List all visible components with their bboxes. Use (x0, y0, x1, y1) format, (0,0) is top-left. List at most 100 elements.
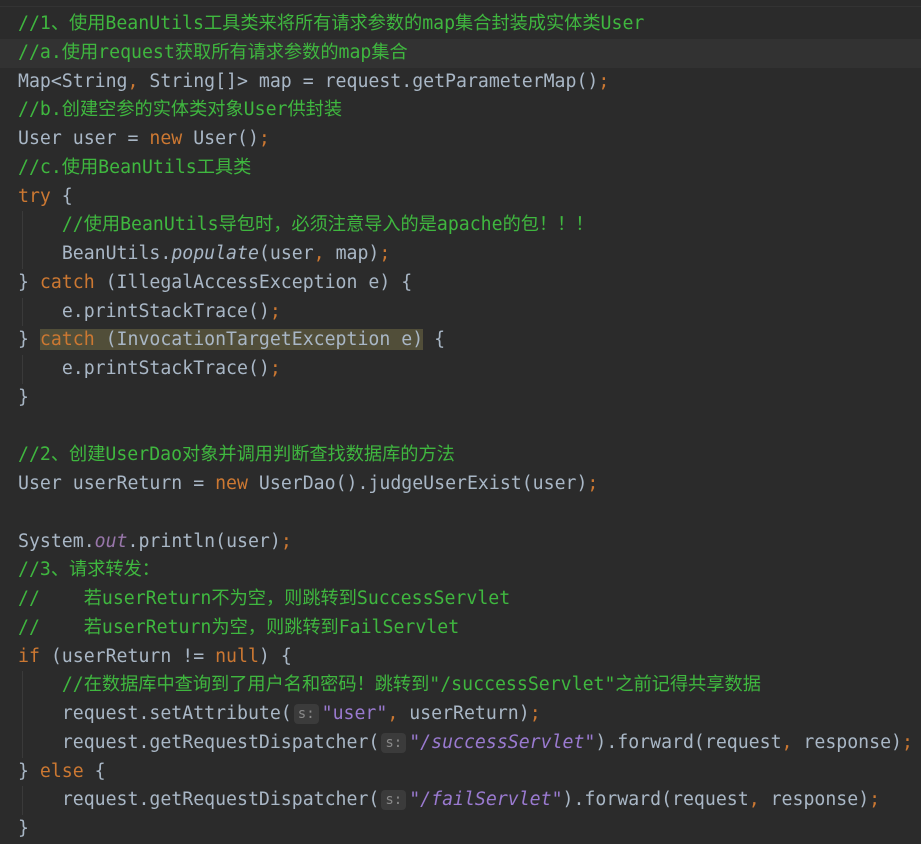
code-line[interactable]: //a.使用request获取所有请求参数的map集合 (0, 38, 921, 68)
code-token: String[]> map = request.getParameterMap(… (138, 70, 599, 92)
code-token: request.setAttribute( (61, 703, 292, 724)
code-line[interactable]: BeanUtils.populate(user, map); (0, 240, 921, 269)
code-token: "user" (321, 703, 388, 724)
code-line[interactable]: System.out.println(user); (0, 528, 921, 557)
code-token: map) (324, 243, 380, 264)
code-token: } (18, 386, 29, 408)
code-token: ; (269, 300, 281, 322)
code-line[interactable]: request.getRequestDispatcher(s: "/failSer… (0, 786, 921, 815)
code-token: { (423, 329, 446, 351)
indent-guide (22, 240, 23, 269)
code-line[interactable] (0, 413, 921, 442)
parameter-hint: s: (381, 732, 407, 753)
code-line[interactable] (0, 499, 921, 528)
code-line[interactable]: e.printStackTrace(); (0, 355, 921, 384)
code-token: ; (258, 128, 270, 149)
code-token: { (50, 185, 73, 207)
code-token: (IllegalAccessException e) { (94, 271, 413, 293)
code-line[interactable]: Map<String, String[]> map = request.getP… (0, 68, 921, 97)
code-token: ; (901, 731, 913, 753)
code-token: ; (869, 789, 881, 811)
code-token: { (83, 760, 106, 782)
code-token: " (551, 789, 563, 811)
code-comment: // 若userReturn为空，则跳转到FailServlet (18, 616, 460, 638)
code-token: else (39, 760, 84, 782)
code-line[interactable]: //c.使用BeanUtils工具类 (0, 154, 921, 183)
code-line[interactable]: //2、创建UserDao对象并调用判断查找数据库的方法 (0, 441, 921, 470)
code-token: (userReturn != (39, 645, 216, 667)
code-line[interactable]: request.setAttribute(s: "user", userRetur… (0, 700, 921, 729)
code-token: " (409, 731, 421, 753)
code-editor[interactable]: //1、使用BeanUtils工具类来将所有请求参数的map集合封装成实体类Us… (0, 10, 921, 844)
code-line[interactable]: e.printStackTrace(); (0, 297, 921, 327)
indent-guide (22, 355, 23, 384)
code-token: User user = (18, 128, 150, 149)
code-line[interactable]: //在数据库中查询到了用户名和密码！跳转到"/successServlet"之前… (0, 671, 921, 700)
code-token: } (18, 271, 40, 293)
previous-line-fragment (0, 0, 921, 7)
indent-guide (22, 671, 23, 700)
indent-guide (22, 786, 23, 815)
code-comment: //c.使用BeanUtils工具类 (18, 156, 252, 178)
code-token: Map<String (18, 70, 128, 92)
code-token: User userReturn = (18, 473, 216, 494)
parameter-hint: s: (293, 704, 319, 724)
code-token: response) (759, 789, 870, 811)
code-token: , (748, 789, 760, 811)
code-comment: //在数据库中查询到了用户名和密码！跳转到"/successServlet"之前… (61, 674, 761, 696)
code-token: ) { (258, 645, 292, 667)
code-line[interactable]: } catch (IllegalAccessException e) { (0, 269, 921, 298)
code-comment: //使用BeanUtils导包时，必须注意导入的是apache的包！！！ (61, 214, 594, 236)
code-line[interactable]: if (userReturn != null) { (0, 643, 921, 672)
code-token: ; (379, 243, 391, 264)
code-line[interactable]: //使用BeanUtils导包时，必须注意导入的是apache的包！！！ (0, 211, 921, 240)
code-token: , (313, 243, 325, 264)
code-token: User() (182, 128, 259, 149)
code-token: (user (258, 243, 314, 264)
code-comment: //2、创建UserDao对象并调用判断查找数据库的方法 (18, 444, 455, 466)
code-line[interactable]: try { (0, 183, 921, 212)
indent-guide (22, 700, 23, 729)
code-line[interactable]: User userReturn = new UserDao().judgeUse… (0, 470, 921, 499)
code-line[interactable]: //3、请求转发： (0, 556, 921, 585)
code-token: ; (529, 703, 541, 724)
code-token: userReturn) (398, 703, 530, 724)
code-token: UserDao().judgeUserExist(user) (247, 473, 588, 494)
code-token: null (215, 645, 259, 667)
code-token: } (18, 818, 29, 839)
indent-guide (22, 297, 23, 327)
code-token: /failServlet (420, 789, 552, 811)
code-comment: //b.创建空参的实体类对象User供封装 (18, 99, 343, 121)
code-line[interactable]: User user = new User(); (0, 125, 921, 154)
code-token: try (18, 185, 51, 207)
code-comment: //3、请求转发： (18, 559, 160, 581)
code-token: System. (18, 530, 95, 552)
code-token: populate (171, 243, 259, 264)
code-token: } (18, 760, 40, 782)
code-line[interactable]: request.getRequestDispatcher(s: "/success… (0, 728, 921, 758)
code-line[interactable]: // 若userReturn不为空，则跳转到SuccessServlet (0, 585, 921, 614)
parameter-hint: s: (381, 790, 407, 811)
code-token: " (409, 789, 421, 811)
code-line[interactable]: } (0, 384, 921, 413)
code-line[interactable]: //1、使用BeanUtils工具类来将所有请求参数的map集合封装成实体类Us… (0, 10, 921, 39)
code-token: ).forward(request (595, 731, 782, 753)
code-line[interactable]: } else { (0, 758, 921, 787)
code-line[interactable]: } (0, 815, 921, 844)
code-token: response) (792, 731, 902, 753)
code-token: } (18, 329, 40, 351)
code-line[interactable]: //b.创建空参的实体类对象User供封装 (0, 96, 921, 125)
code-token: new (215, 473, 248, 494)
indent-guide (22, 728, 23, 758)
code-token: ).forward(request (562, 789, 749, 811)
code-token: , (127, 70, 139, 92)
code-token: e.printStackTrace() (61, 358, 270, 379)
code-token: , (781, 731, 793, 753)
code-token: new (149, 128, 183, 149)
code-token: BeanUtils. (61, 243, 172, 264)
code-token: request.getRequestDispatcher( (61, 731, 380, 753)
code-token: ; (280, 530, 292, 552)
code-line[interactable]: } catch (InvocationTargetException e) { (0, 326, 921, 355)
code-line[interactable]: // 若userReturn为空，则跳转到FailServlet (0, 614, 921, 643)
code-token: ; (598, 70, 610, 92)
